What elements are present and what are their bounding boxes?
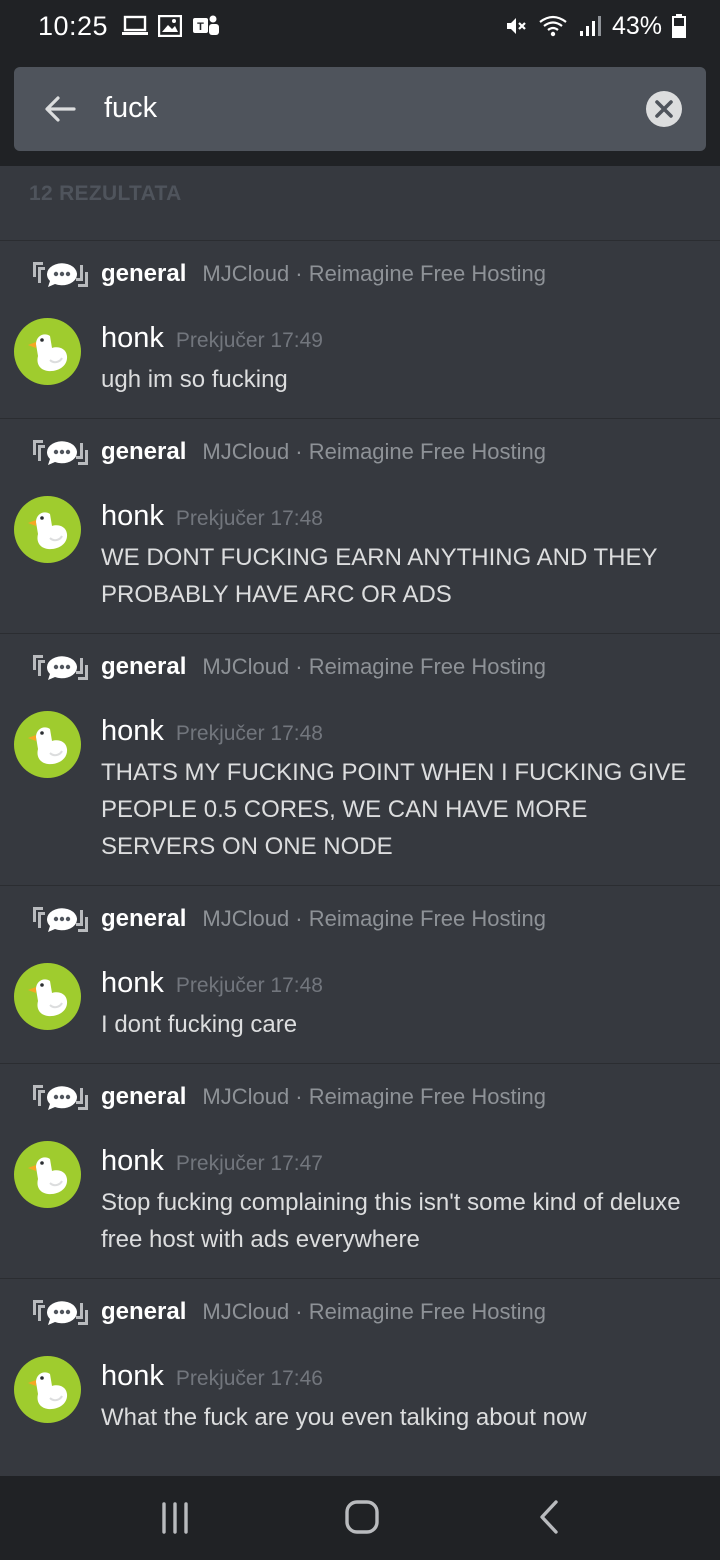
search-box — [14, 67, 706, 151]
author-name[interactable]: honk — [101, 1145, 164, 1178]
channel-name: general — [101, 1298, 187, 1325]
result-channel-row[interactable]: general MJCloud · Reimagine Free Hosting — [0, 886, 720, 952]
search-header — [0, 52, 720, 166]
message-header: honk Prekjučer 17:48 — [101, 700, 720, 748]
message-timestamp: Prekjučer 17:48 — [175, 974, 323, 997]
svg-text:T: T — [197, 21, 204, 33]
message-text: ugh im so fucking — [101, 366, 288, 393]
navigation-bar — [0, 1476, 720, 1560]
result-channel-row[interactable]: general MJCloud · Reimagine Free Hosting — [0, 1279, 720, 1345]
speech-bubble-icon — [33, 655, 88, 680]
message-text: WE DONT FUCKING EARN ANYTHING AND THEY P… — [101, 544, 658, 608]
message[interactable]: honk Prekjučer 17:48 I dont fucking care — [0, 952, 720, 1063]
search-results: general MJCloud · Reimagine Free Hosting… — [0, 240, 720, 1476]
avatar[interactable] — [14, 318, 81, 385]
message-timestamp: Prekjučer 17:48 — [175, 722, 323, 745]
message-timestamp: Prekjučer 17:49 — [175, 329, 323, 352]
speech-bubble-icon — [33, 907, 88, 932]
channel-name: general — [101, 905, 187, 932]
avatar[interactable] — [14, 963, 81, 1030]
search-result[interactable]: general MJCloud · Reimagine Free Hosting… — [0, 885, 720, 1063]
image-icon — [158, 15, 183, 37]
speech-bubble-icon — [33, 440, 88, 465]
teams-icon: T — [193, 15, 220, 35]
mute-icon — [506, 18, 526, 34]
message-header: honk Prekjučer 17:46 — [101, 1345, 720, 1393]
avatar[interactable] — [14, 1356, 81, 1423]
speech-bubble-icon — [33, 262, 88, 287]
search-result[interactable]: general MJCloud · Reimagine Free Hosting… — [0, 1063, 720, 1278]
author-name[interactable]: honk — [101, 322, 164, 355]
message-header: honk Prekjučer 17:48 — [101, 952, 720, 1000]
status-time: 10:25 — [38, 10, 109, 41]
search-result[interactable]: general MJCloud · Reimagine Free Hosting… — [0, 633, 720, 885]
message-text: What the fuck are you even talking about… — [101, 1404, 587, 1431]
avatar[interactable] — [14, 1141, 81, 1208]
channel-name: general — [101, 653, 187, 680]
result-channel-row[interactable]: general MJCloud · Reimagine Free Hosting — [0, 1064, 720, 1130]
author-name[interactable]: honk — [101, 715, 164, 748]
back-icon[interactable] — [525, 1496, 575, 1540]
message-timestamp: Prekjučer 17:48 — [175, 507, 323, 530]
signal-icon — [579, 16, 601, 36]
result-channel-row[interactable]: general MJCloud · Reimagine Free Hosting — [0, 241, 720, 307]
channel-name: general — [101, 1083, 187, 1110]
message-text: THATS MY FUCKING POINT WHEN I FUCKING GI… — [101, 759, 687, 860]
search-result[interactable]: general MJCloud · Reimagine Free Hosting… — [0, 240, 720, 418]
message-header: honk Prekjučer 17:47 — [101, 1130, 720, 1178]
message[interactable]: honk Prekjučer 17:49 ugh im so fucking — [0, 307, 720, 418]
search-input[interactable] — [104, 85, 604, 131]
status-bar: 10:25 T 43% — [0, 0, 720, 52]
message-header: honk Prekjučer 17:49 — [101, 307, 720, 355]
battery-level: 43% — [611, 11, 662, 40]
avatar[interactable] — [14, 496, 81, 563]
author-name[interactable]: honk — [101, 967, 164, 1000]
message-header: honk Prekjučer 17:48 — [101, 485, 720, 533]
result-channel-row[interactable]: general MJCloud · Reimagine Free Hosting — [0, 419, 720, 485]
server-name: MJCloud · Reimagine Free Hosting — [202, 1084, 546, 1109]
avatar[interactable] — [14, 711, 81, 778]
server-name: MJCloud · Reimagine Free Hosting — [202, 439, 546, 464]
message-timestamp: Prekjučer 17:46 — [175, 1367, 323, 1390]
results-count: 12 REZULTATA — [29, 182, 182, 205]
message[interactable]: honk Prekjučer 17:48 WE DONT FUCKING EAR… — [0, 485, 720, 633]
server-name: MJCloud · Reimagine Free Hosting — [202, 906, 546, 931]
server-name: MJCloud · Reimagine Free Hosting — [202, 261, 546, 286]
channel-name: general — [101, 438, 187, 465]
speech-bubble-icon — [33, 1085, 88, 1110]
message-text: Stop fucking complaining this isn't some… — [101, 1189, 681, 1253]
author-name[interactable]: honk — [101, 1360, 164, 1393]
message-text: I dont fucking care — [101, 1011, 298, 1038]
message[interactable]: honk Prekjučer 17:48 THATS MY FUCKING PO… — [0, 700, 720, 885]
message[interactable]: honk Prekjučer 17:47 Stop fucking compla… — [0, 1130, 720, 1278]
home-icon[interactable] — [337, 1496, 387, 1540]
laptop-icon — [122, 15, 149, 35]
battery-icon — [672, 14, 686, 38]
result-channel-row[interactable]: general MJCloud · Reimagine Free Hosting — [0, 634, 720, 700]
author-name[interactable]: honk — [101, 500, 164, 533]
message[interactable]: honk Prekjučer 17:46 What the fuck are y… — [0, 1345, 720, 1456]
recent-apps-icon[interactable] — [150, 1496, 200, 1540]
back-arrow-icon[interactable] — [40, 89, 80, 129]
notification-icons: T — [122, 14, 220, 38]
system-icons: 43% — [504, 12, 686, 41]
server-name: MJCloud · Reimagine Free Hosting — [202, 654, 546, 679]
message-timestamp: Prekjučer 17:47 — [175, 1152, 323, 1175]
channel-name: general — [101, 260, 187, 287]
server-name: MJCloud · Reimagine Free Hosting — [202, 1299, 546, 1324]
search-result[interactable]: general MJCloud · Reimagine Free Hosting… — [0, 1278, 720, 1456]
search-result[interactable]: general MJCloud · Reimagine Free Hosting… — [0, 418, 720, 633]
speech-bubble-icon — [33, 1300, 88, 1325]
clear-search-icon[interactable] — [645, 90, 683, 128]
wifi-icon — [539, 15, 567, 37]
